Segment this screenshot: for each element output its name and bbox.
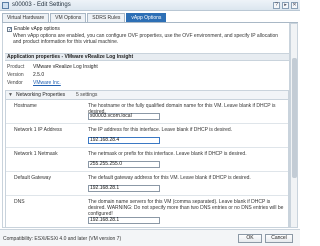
networking-properties-header[interactable]: ▼ Networking Properties 5 settings (6, 91, 288, 100)
help-icon[interactable]: ? (273, 2, 280, 9)
vertical-scrollbar[interactable] (290, 23, 298, 228)
chevron-down-icon[interactable]: ▼ (8, 92, 13, 98)
version-label: Version (7, 72, 24, 78)
ip-address-input[interactable]: 192.168.28.4 (88, 137, 160, 144)
tab-virtual-hardware[interactable]: Virtual Hardware (2, 13, 50, 22)
vendor-link[interactable]: VMware Inc. (33, 80, 61, 86)
ip-address-label: Network 1 IP Address (14, 127, 62, 133)
product-row: Product VMware vRealize Log Insight (7, 64, 98, 70)
table-row: Network 1 Netmask The netmask or prefix … (6, 148, 288, 172)
tab-sdrs-rules[interactable]: SDRS Rules (87, 13, 126, 22)
dns-label: DNS (14, 199, 25, 205)
product-value: VMware vRealize Log Insight (33, 64, 98, 70)
expand-icon[interactable]: ▸ (282, 2, 289, 9)
dns-description: The domain name servers for this VM (com… (88, 199, 284, 217)
version-row: Version 2.5.0 (7, 72, 44, 78)
vapp-options-panel: ✓ Enable vApp options When vApp options … (2, 23, 290, 228)
table-row: DNS The domain name servers for this VM … (6, 196, 288, 227)
netmask-description: The netmask or prefix for this interface… (88, 151, 247, 157)
vm-icon (2, 1, 9, 9)
gateway-label: Default Gateway (14, 175, 51, 181)
netmask-input[interactable]: 255.255.255.0 (88, 161, 160, 168)
table-row: Network 1 IP Address The IP address for … (6, 124, 288, 148)
networking-properties-group: ▼ Networking Properties 5 settings Hostn… (5, 90, 289, 228)
vapp-description: When vApp options are enabled, you can c… (13, 33, 279, 45)
tab-vapp-options[interactable]: vApp Options (126, 13, 167, 22)
close-icon[interactable]: ✕ (291, 2, 298, 9)
settings-count: 5 settings (75, 92, 98, 98)
window-title: s00003 - Edit Settings (12, 2, 71, 8)
tab-bar: Virtual Hardware VM Options SDRS Rules v… (2, 13, 167, 22)
enable-vapp-checkbox[interactable]: ✓ (7, 26, 12, 32)
enable-vapp-row: ✓ Enable vApp options (7, 26, 60, 32)
enable-vapp-label: Enable vApp options (14, 26, 60, 32)
table-row: Default Gateway The default gateway addr… (6, 172, 288, 196)
hostname-input[interactable]: s00003.vcorn.local (88, 113, 160, 120)
tab-vm-options[interactable]: VM Options (50, 13, 87, 22)
title-bar: s00003 - Edit Settings ? ▸ ✕ (0, 0, 300, 11)
ok-button[interactable]: OK (238, 234, 262, 243)
networking-properties-title: Networking Properties (15, 92, 66, 98)
hostname-label: Hostname (14, 103, 37, 109)
version-value: 2.5.0 (33, 72, 45, 78)
cancel-button[interactable]: Cancel (265, 234, 293, 243)
vendor-row: Vendor VMware Inc. (7, 80, 61, 86)
application-properties-heading: Application properties - VMware vRealize… (5, 53, 289, 61)
ip-address-description: The IP address for this interface. Leave… (88, 127, 233, 133)
product-label: Product (7, 64, 25, 70)
scrollbar-thumb[interactable] (292, 58, 297, 178)
gateway-input[interactable]: 192.168.28.1 (88, 185, 160, 192)
compatibility-text: Compatibility: ESXi/ESXi 4.0 and later (… (3, 236, 122, 242)
gateway-description: The default gateway address for this VM.… (88, 175, 251, 181)
vendor-label: Vendor (7, 80, 23, 86)
dialog-footer: Compatibility: ESXi/ESXi 4.0 and later (… (0, 229, 300, 246)
netmask-label: Network 1 Netmask (14, 151, 58, 157)
table-row: Hostname The hostname or the fully quali… (6, 100, 288, 124)
dns-input[interactable]: 192.168.28.1 (88, 217, 160, 224)
